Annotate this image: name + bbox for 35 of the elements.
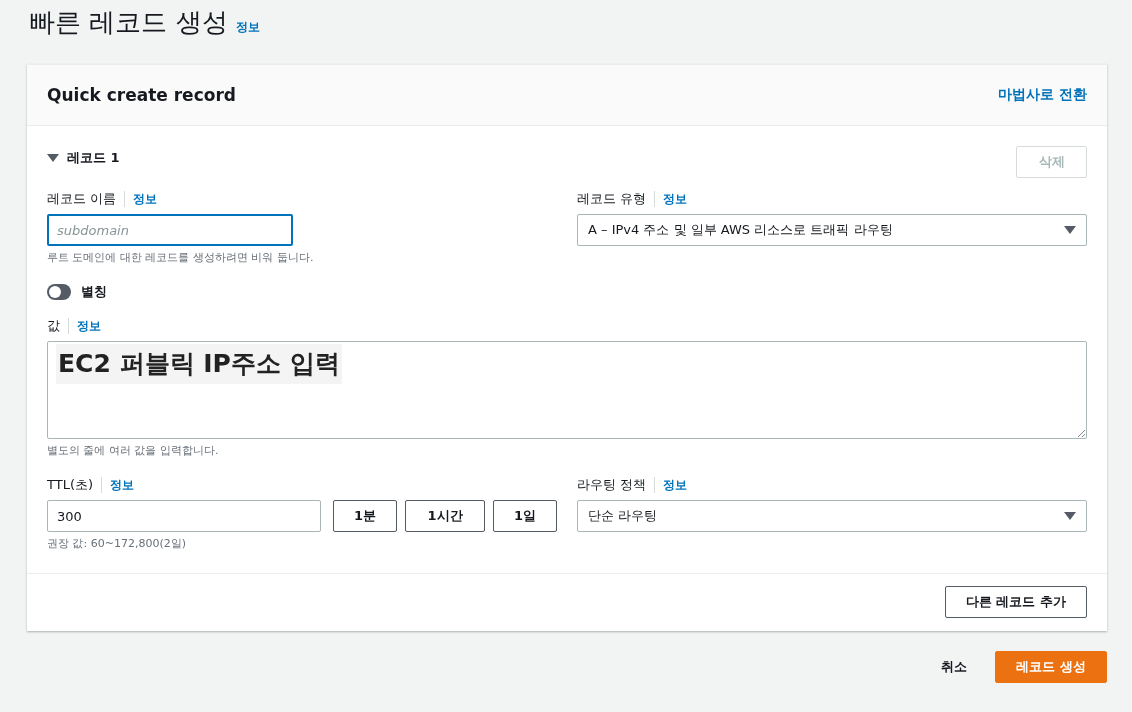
field-label: 레코드 이름 xyxy=(47,190,117,208)
add-record-button[interactable]: 다른 레코드 추가 xyxy=(944,586,1087,618)
field-label: TTL(초) xyxy=(47,476,94,494)
info-link[interactable]: 정보 xyxy=(77,317,101,335)
field-label: 레코드 유형 xyxy=(577,190,647,208)
ttl-field[interactable]: 300 xyxy=(47,500,321,532)
alias-toggle[interactable] xyxy=(47,284,71,300)
caret-icon xyxy=(1064,226,1076,234)
record-name-field[interactable]: subdomain xyxy=(47,214,293,246)
resize-grip-icon xyxy=(1077,429,1085,437)
annotation-label: EC2 퍼블릭 IP주소 입력 xyxy=(56,344,342,384)
record-expander[interactable]: 레코드 1 xyxy=(47,146,120,167)
info-link[interactable]: 정보 xyxy=(133,190,158,208)
field-hint: 권장 값: 60~172,800(2일) xyxy=(47,536,187,551)
caret-icon xyxy=(1064,512,1076,520)
info-link[interactable]: 정보 xyxy=(235,19,260,36)
info-link[interactable]: 정보 xyxy=(663,476,688,494)
routing-policy-select[interactable]: 단순 라우팅 xyxy=(577,500,1087,532)
info-link[interactable]: 정보 xyxy=(663,190,688,208)
wizard-link[interactable]: 마법사로 전환 xyxy=(998,86,1087,104)
ttl-preset-button[interactable]: 1시간 xyxy=(405,500,485,532)
info-link[interactable]: 정보 xyxy=(110,476,135,494)
ttl-preset-button[interactable]: 1일 xyxy=(493,500,557,532)
field-hint: 별도의 줄에 여러 값을 입력합니다. xyxy=(47,443,220,458)
field-label: 라우팅 정책 xyxy=(577,476,647,494)
card-title: Quick create record xyxy=(47,85,236,105)
field-label: 값 xyxy=(47,317,60,335)
value-field[interactable]: EC2 퍼블릭 IP주소 입력 xyxy=(47,341,1087,439)
caret-icon xyxy=(47,153,59,163)
ttl-preset-button[interactable]: 1분 xyxy=(333,500,397,532)
toggle-label: 별칭 xyxy=(81,283,107,301)
record-type-select[interactable]: A – IPv4 주소 및 일부 AWS 리소스로 트래픽 라우팅 xyxy=(577,214,1087,246)
page-title: 빠른 레코드 생성 xyxy=(29,6,228,39)
field-hint: 루트 도메인에 대한 레코드를 생성하려면 비워 둡니다. xyxy=(47,250,315,265)
cancel-button[interactable]: 취소 xyxy=(931,658,978,676)
